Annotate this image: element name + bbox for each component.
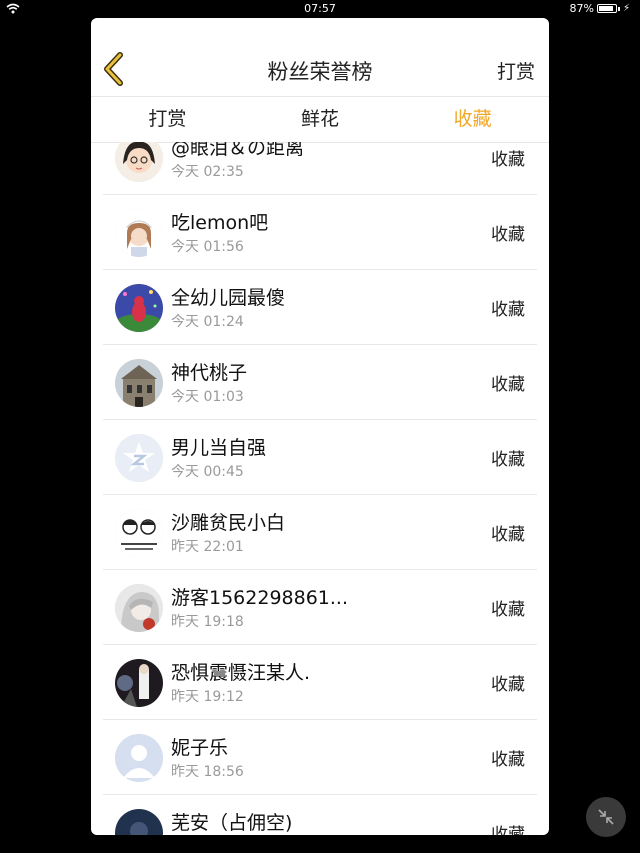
avatar[interactable] — [115, 809, 163, 835]
avatar[interactable] — [115, 509, 163, 557]
modal-header: 粉丝荣誉榜 打赏 — [91, 18, 549, 97]
avatar[interactable] — [115, 584, 163, 632]
default-star-avatar — [115, 434, 163, 482]
avatar[interactable] — [115, 209, 163, 257]
status-time: 07:57 — [304, 2, 336, 15]
stage-avatar — [115, 659, 163, 707]
user-name: 恐惧震慑汪某人. — [171, 662, 311, 684]
avatar[interactable] — [115, 659, 163, 707]
tab-reward[interactable]: 打赏 — [91, 97, 244, 142]
battery-icon — [596, 4, 617, 13]
dark-avatar — [115, 809, 163, 835]
favorite-action-label: 收藏 — [491, 375, 525, 395]
favorite-action-label: 收藏 — [491, 150, 525, 170]
favorite-action-label: 收藏 — [491, 600, 525, 620]
avatar[interactable] — [115, 734, 163, 782]
cartoon-girl-avatar — [115, 142, 163, 182]
timestamp: 今天 01:24 — [171, 314, 244, 330]
favorite-action-label: 收藏 — [491, 750, 525, 770]
collapse-button[interactable] — [586, 797, 626, 837]
battery-indicator: 87% ⚡ — [570, 2, 630, 15]
timestamp: 昨天 22:01 — [171, 539, 244, 555]
list-item[interactable]: 游客1562298861... 昨天 19:18 收藏 — [103, 570, 537, 645]
user-name: 全幼儿园最傻 — [171, 287, 286, 309]
list-item[interactable]: 全幼儿园最傻今天 01:24 收藏 — [103, 270, 537, 345]
favorite-action-label: 收藏 — [491, 675, 525, 695]
page-title: 粉丝荣誉榜 — [267, 60, 373, 84]
nurse-girl-avatar — [115, 209, 163, 257]
anime-avatar — [115, 584, 163, 632]
user-name: 游客1562298861... — [171, 587, 349, 609]
teletubby-avatar — [115, 284, 163, 332]
timestamp: 昨天 18:56 — [171, 764, 244, 780]
avatar[interactable] — [115, 359, 163, 407]
list-item[interactable]: 吃lemon吧今天 01:56 收藏 — [103, 195, 537, 270]
collapse-arrows-icon — [598, 809, 614, 825]
fan-honor-modal: 粉丝荣誉榜 打赏 打赏 鲜花 收藏 @眼泪＆の距离 今天 02:35 收藏 吃lemo… — [91, 18, 549, 835]
building-avatar — [115, 359, 163, 407]
list-item[interactable]: 妮子乐昨天 18:56 收藏 — [103, 720, 537, 795]
tab-flowers[interactable]: 鲜花 — [244, 97, 397, 142]
user-name: 沙雕贫民小白 — [171, 512, 286, 534]
reward-header-button[interactable]: 打赏 — [497, 57, 535, 84]
list-item[interactable]: 男儿当自强今天 00:45 收藏 — [103, 420, 537, 495]
list-item[interactable]: 芜安（占佣空) 收藏 — [103, 795, 537, 835]
timestamp: 今天 00:45 — [171, 464, 244, 480]
user-name: 妮子乐 — [171, 737, 229, 759]
user-name: 神代桃子 — [171, 362, 248, 384]
list-item[interactable]: @眼泪＆の距离 今天 02:35 收藏 — [103, 142, 537, 195]
favorite-action-label: 收藏 — [491, 525, 525, 545]
battery-percent: 87% — [569, 2, 594, 15]
timestamp: 昨天 19:18 — [171, 614, 244, 630]
user-name: 吃lemon吧 — [171, 212, 269, 234]
avatar[interactable] — [115, 434, 163, 482]
list-item[interactable]: 沙雕贫民小白昨天 22:01 收藏 — [103, 495, 537, 570]
user-name: @眼泪＆の距离 — [171, 142, 305, 159]
favorite-action-label: 收藏 — [491, 300, 525, 320]
user-name: 男儿当自强 — [171, 437, 267, 459]
favorite-action-label: 收藏 — [491, 825, 525, 835]
avatar[interactable] — [115, 284, 163, 332]
favorite-action-label: 收藏 — [491, 225, 525, 245]
favorite-action-label: 收藏 — [491, 450, 525, 470]
avatar[interactable] — [115, 142, 163, 182]
timestamp: 昨天 19:12 — [171, 689, 244, 705]
list-item[interactable]: 恐惧震慑汪某人. 昨天 19:12 收藏 — [103, 645, 537, 720]
status-bar: 07:57 87% ⚡ — [0, 0, 640, 18]
favorites-list[interactable]: @眼泪＆の距离 今天 02:35 收藏 吃lemon吧 今天 01:56 收藏 全幼儿园最傻… — [91, 142, 549, 835]
tab-bar: 打赏 鲜花 收藏 — [91, 97, 549, 143]
list-item[interactable]: 神代桃子今天 01:03 收藏 — [103, 345, 537, 420]
timestamp: 今天 01:03 — [171, 389, 244, 405]
default-person-avatar — [115, 734, 163, 782]
sketch-avatar — [115, 509, 163, 557]
timestamp: 今天 01:56 — [171, 239, 244, 255]
tab-favorites[interactable]: 收藏 — [396, 97, 549, 142]
charging-icon: ⚡ — [622, 3, 630, 14]
user-name: 芜安（占佣空) — [171, 812, 293, 834]
timestamp: 今天 02:35 — [171, 164, 244, 180]
